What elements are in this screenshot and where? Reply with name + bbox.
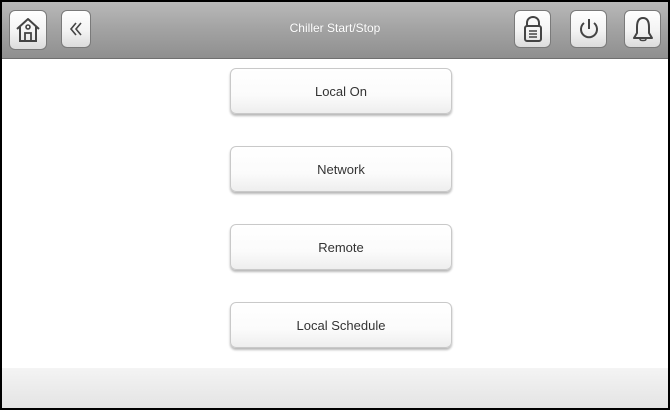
page-title: Chiller Start/Stop [289,21,381,35]
power-icon [579,19,598,39]
local-schedule-button[interactable]: Local Schedule [230,302,452,348]
screen: Chiller Start/Stop Local On Network Remo… [0,0,670,410]
network-button[interactable]: Network [230,146,452,192]
footer-bar [2,368,668,408]
header-bar: Chiller Start/Stop [2,2,668,59]
lock-icon [523,15,542,42]
alarm-button[interactable] [624,10,661,48]
remote-button[interactable]: Remote [230,224,452,270]
power-button[interactable] [570,10,607,48]
lock-button[interactable] [514,10,551,48]
bell-icon [632,17,653,42]
local-on-button[interactable]: Local On [230,68,452,114]
